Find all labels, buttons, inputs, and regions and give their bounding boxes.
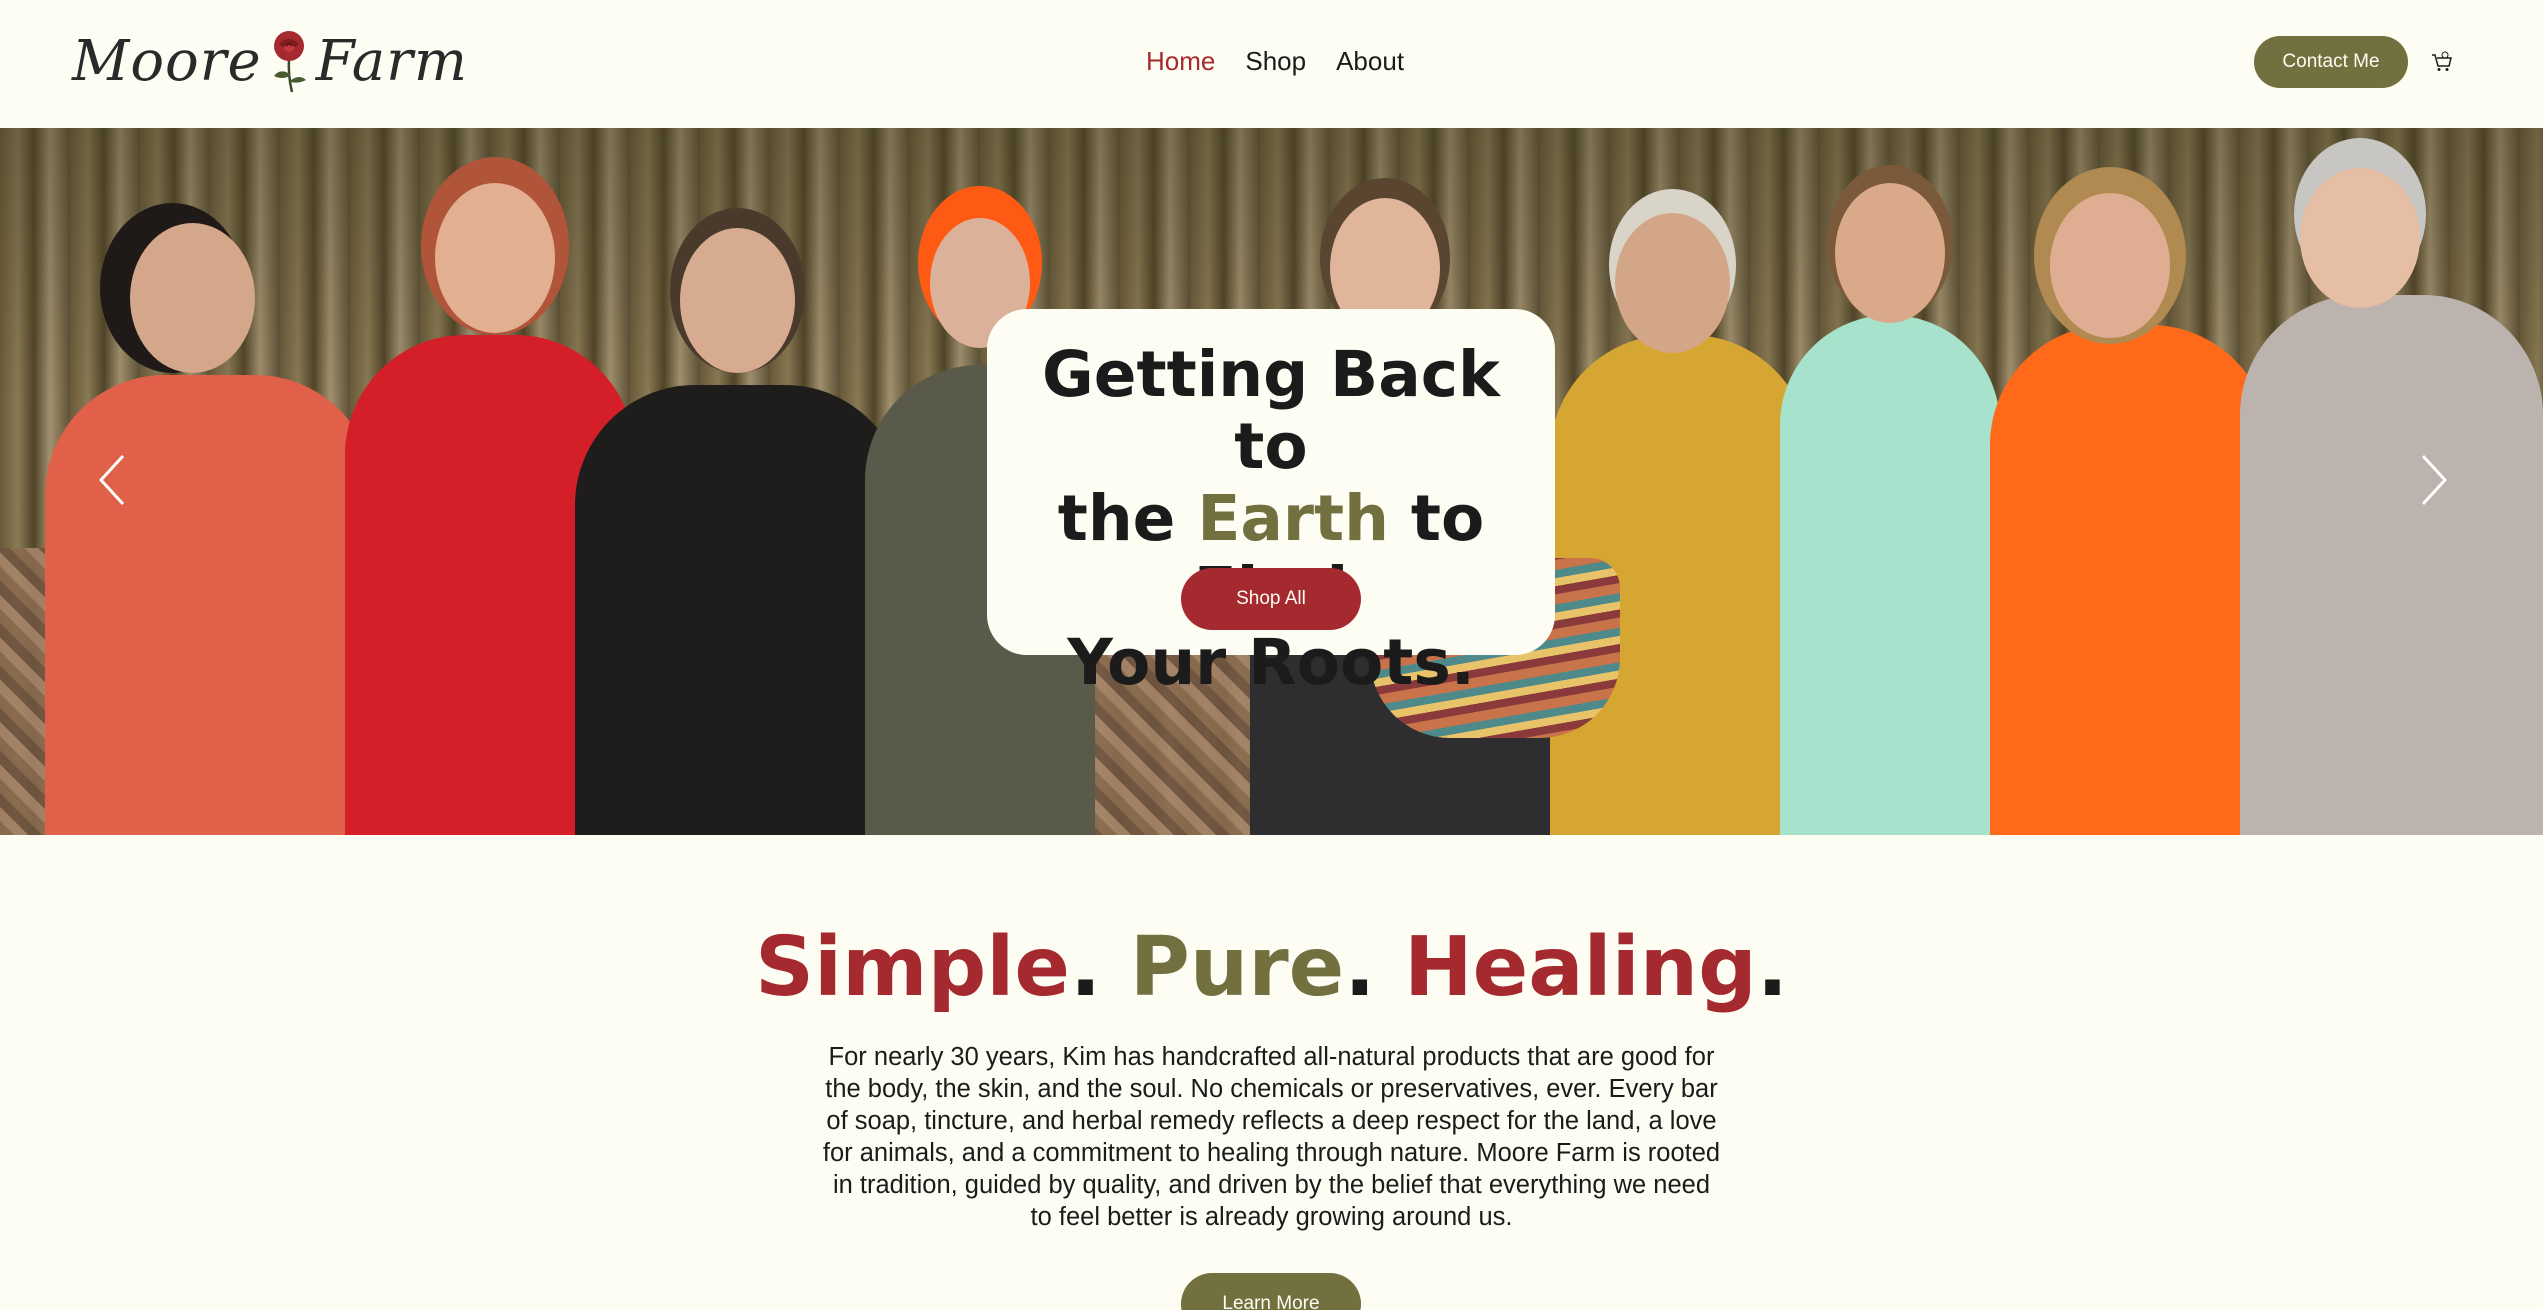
person-figure xyxy=(2240,295,2543,835)
person-figure xyxy=(45,375,375,835)
tagline-pure: Pure xyxy=(1129,920,1345,1015)
person-figure xyxy=(575,385,905,835)
chevron-left-icon[interactable] xyxy=(93,450,133,510)
rose-icon xyxy=(273,31,306,93)
person-head xyxy=(2050,193,2170,338)
person-figure xyxy=(1780,315,2000,835)
cart-icon[interactable] xyxy=(2430,50,2454,74)
person-head xyxy=(435,183,555,333)
hero-title-line1: Getting Back to xyxy=(1042,338,1500,483)
tagline-dot: . xyxy=(1756,920,1789,1015)
person-head xyxy=(130,223,255,373)
person-head xyxy=(1615,213,1730,353)
contact-button[interactable]: Contact Me xyxy=(2254,36,2408,88)
hero-title-line3: Your Roots. xyxy=(1067,626,1475,699)
tagline-healing: Healing xyxy=(1403,920,1757,1015)
hero-title-earth: Earth xyxy=(1197,482,1389,555)
person-head xyxy=(680,228,795,373)
site-logo[interactable]: Moore Farm xyxy=(72,26,468,96)
site-header: Moore Farm Home Shop About Contact Me xyxy=(0,0,2543,128)
tagline: Simple. Pure. Healing. xyxy=(0,920,2543,1015)
shop-all-button[interactable]: Shop All xyxy=(1181,568,1361,630)
intro-paragraph: For nearly 30 years, Kim has handcrafted… xyxy=(822,1043,1721,1231)
person-head xyxy=(1835,183,1945,323)
hero-card: Getting Back to the Earth to Find Your R… xyxy=(987,309,1555,699)
logo-text-left: Moore xyxy=(72,28,262,94)
hero-title: Getting Back to the Earth to Find Your R… xyxy=(987,339,1555,699)
nav-shop[interactable]: Shop xyxy=(1245,46,1306,77)
person-figure xyxy=(1990,325,2270,835)
chevron-right-icon[interactable] xyxy=(2413,450,2453,510)
nav-about[interactable]: About xyxy=(1336,46,1404,77)
person-head xyxy=(2300,168,2420,308)
tagline-simple: Simple xyxy=(754,920,1071,1015)
nav-home[interactable]: Home xyxy=(1146,46,1215,77)
tagline-dot: . xyxy=(1070,920,1102,1015)
logo-text-right: Farm xyxy=(315,28,468,94)
hero-slideshow: Getting Back to the Earth to Find Your R… xyxy=(0,128,2543,835)
tagline-dot: . xyxy=(1344,920,1376,1015)
learn-more-button[interactable]: Learn More xyxy=(1181,1273,1361,1310)
hero-title-the: the xyxy=(1057,482,1198,555)
main-nav: Home Shop About xyxy=(1146,46,1404,77)
